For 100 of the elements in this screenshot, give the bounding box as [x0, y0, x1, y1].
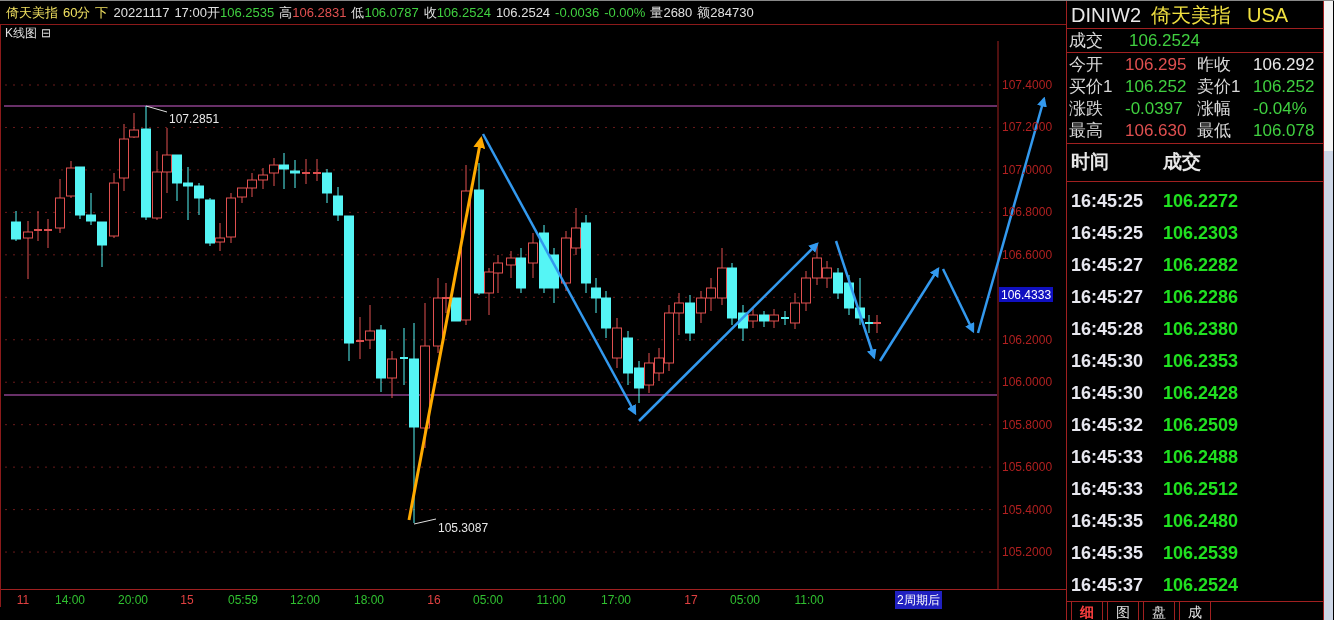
- candlestick: [279, 152, 289, 190]
- tick-price: 106.2524: [1163, 573, 1239, 597]
- high-price-annotation: 107.2851: [169, 112, 220, 126]
- field-value: 106.292: [1253, 54, 1315, 77]
- tick-price: 106.2512: [1163, 477, 1239, 501]
- header-text: 低: [351, 3, 365, 22]
- field-value: 106.2524: [1129, 29, 1200, 52]
- axis-label: 11:00: [794, 592, 824, 609]
- axis-label: 16: [427, 592, 441, 609]
- tick-price: 106.2303: [1163, 221, 1239, 245]
- tick-price: 106.2428: [1163, 381, 1239, 405]
- tick-time: 16:45:33: [1071, 477, 1145, 501]
- axis-label: 05:00: [730, 592, 760, 609]
- candlestick: [493, 254, 503, 294]
- field-label: 今开: [1069, 54, 1104, 77]
- header-text: 106.2524: [436, 3, 491, 22]
- field-label: 卖价1: [1197, 76, 1242, 99]
- tick-price: 106.2272: [1163, 189, 1239, 213]
- candlestick: [601, 290, 611, 339]
- candlestick: [561, 230, 571, 292]
- panel-tab[interactable]: 盘: [1143, 602, 1175, 620]
- candlestick: [269, 157, 279, 187]
- tick-price: 106.2286: [1163, 285, 1239, 309]
- header-text: 106.0787: [364, 3, 419, 22]
- future-periods-label: 2周期后: [895, 591, 942, 609]
- axis-label: 05:00: [473, 592, 503, 609]
- candlestick: [696, 290, 706, 324]
- axis-label: 106.0000: [1002, 375, 1053, 390]
- field-label: 最低: [1197, 120, 1232, 143]
- axis-label: 15: [180, 592, 194, 609]
- axis-label: 17: [684, 592, 698, 609]
- tick-time: 16:45:30: [1071, 349, 1145, 373]
- axis-label: 105.8000: [1002, 417, 1053, 432]
- candlestick: [290, 159, 300, 189]
- tick-price: 106.2480: [1163, 509, 1239, 533]
- axis-label: 20:00: [118, 592, 148, 609]
- column-header: 时间: [1071, 150, 1110, 175]
- header-text: 收: [423, 3, 437, 22]
- header-text: 106.2831: [292, 3, 347, 22]
- candlestick: [162, 127, 172, 194]
- axis-label: 105.2000: [1002, 545, 1053, 560]
- header-text: 106.2524: [495, 3, 551, 22]
- candlestick: [258, 167, 268, 190]
- collapse-toggle[interactable]: ⊟: [41, 27, 51, 39]
- symbol-name: 倚天美指: [1151, 2, 1231, 28]
- tick-price: 106.2539: [1163, 541, 1239, 565]
- header-text: -0.00%: [604, 3, 646, 22]
- header-text: 量2680: [650, 3, 693, 22]
- axis-label: 106.6000: [1002, 247, 1053, 262]
- candlestick: [43, 218, 53, 249]
- candlestick: [872, 314, 882, 334]
- candlestick: [109, 172, 119, 239]
- candlestick: [97, 221, 107, 268]
- axis-label: 105.6000: [1002, 460, 1053, 475]
- axis-label: 17:00: [601, 592, 631, 609]
- candlestick: [301, 158, 311, 185]
- axis-label: 11: [16, 592, 30, 609]
- candlestick: [844, 274, 854, 316]
- symbol-code: DINIW2: [1071, 2, 1141, 28]
- panel-tab[interactable]: 图: [1107, 602, 1139, 620]
- tick-price: 106.2380: [1163, 317, 1239, 341]
- tick-price: 106.2488: [1163, 445, 1239, 469]
- candlestick: [685, 294, 695, 342]
- field-value: -0.04%: [1253, 98, 1307, 121]
- field-label: 昨收: [1197, 54, 1232, 77]
- candlestick: [549, 247, 559, 304]
- axis-label: 107.4000: [1002, 78, 1053, 92]
- axis-label: 18:00: [354, 592, 384, 609]
- axis-label: 106.2000: [1002, 332, 1053, 347]
- tick-time: 16:45:37: [1071, 573, 1145, 597]
- tick-time: 16:45:32: [1071, 413, 1145, 437]
- current-price-label: 106.4333: [999, 287, 1053, 302]
- field-value: 106.252: [1125, 76, 1188, 99]
- leader-line: [413, 518, 437, 525]
- header-text: 额284730: [697, 3, 754, 22]
- column-header: 成交: [1163, 150, 1201, 175]
- candlestick: [769, 308, 779, 329]
- candlestick: [801, 270, 811, 312]
- header-text: 60分: [63, 3, 91, 22]
- tick-time: 16:45:30: [1071, 381, 1145, 405]
- panel-tab[interactable]: 细: [1071, 602, 1103, 620]
- candlestick: [612, 317, 622, 369]
- chart-title: K线图: [5, 25, 37, 42]
- candlestick: [623, 330, 633, 386]
- tick-price: 106.2353: [1163, 349, 1239, 373]
- panel-tab[interactable]: 成: [1179, 602, 1211, 620]
- candlestick: [172, 154, 182, 202]
- tick-time: 16:45:28: [1071, 317, 1145, 341]
- header-text: 17:00开: [174, 3, 220, 22]
- field-value: 106.295: [1125, 54, 1188, 77]
- field-label: 涨跌: [1069, 98, 1104, 121]
- candlestick: [634, 360, 644, 404]
- tick-price: 106.2509: [1163, 413, 1239, 437]
- low-price-annotation: 105.3087: [438, 521, 489, 535]
- tick-time: 16:45:35: [1071, 541, 1145, 565]
- leader-line: [145, 105, 168, 113]
- tick-time: 16:45:25: [1071, 221, 1145, 245]
- field-value: -0.0397: [1125, 98, 1184, 121]
- axis-label: 05:59: [228, 592, 258, 609]
- header-text: 20221117: [113, 3, 170, 22]
